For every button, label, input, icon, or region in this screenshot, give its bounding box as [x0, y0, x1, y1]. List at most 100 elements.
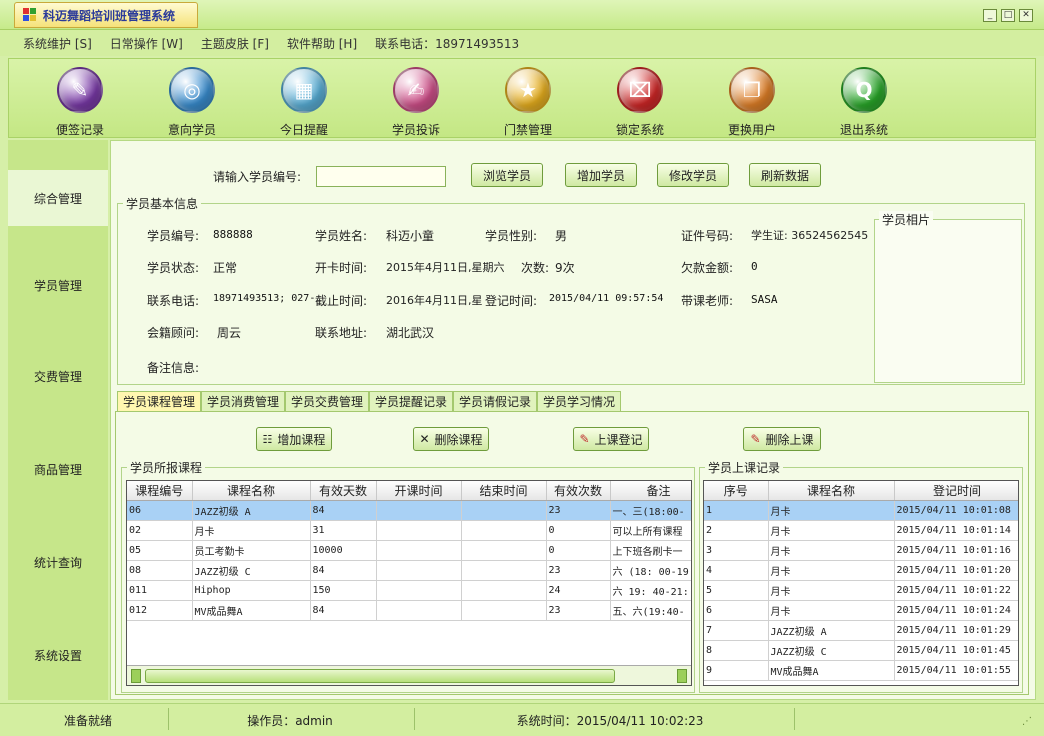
refresh-data-button[interactable]: 刷新数据: [749, 163, 821, 187]
table-row[interactable]: 012 MV成品舞A 84 23 五、六(19:40-: [127, 600, 691, 621]
menu-system[interactable]: 系统维护 [S]: [23, 35, 92, 52]
sidebar-item[interactable]: 交费管理: [8, 348, 108, 404]
column-header[interactable]: 课程名称: [768, 481, 895, 501]
table-cell: 23: [546, 500, 611, 521]
table-cell: 06: [127, 500, 193, 521]
table-row[interactable]: 08 JAZZ初级 C 84 23 六 (18: 00-19: [127, 560, 691, 581]
table-cell: [461, 500, 547, 521]
table-cell: [376, 580, 462, 601]
table-row[interactable]: 02 月卡 31 0 可以上所有课程: [127, 520, 691, 541]
tab[interactable]: 学员请假记录: [453, 391, 537, 411]
toolbar-button-label: 更换用户: [727, 123, 776, 137]
table-row[interactable]: 8 JAZZ初级 C 2015/04/11 10:01:45: [704, 640, 1018, 661]
browse-student-button[interactable]: 浏览学员: [471, 163, 543, 187]
toolbar-button[interactable]: ▦ 今日提醒: [259, 63, 349, 137]
calendar-icon: ▦: [281, 67, 327, 113]
sidebar-item[interactable]: 学员管理: [8, 257, 108, 313]
table-cell: 上下班各刷卡一: [610, 540, 691, 561]
toolbar-button[interactable]: ✎ 便签记录: [35, 63, 125, 137]
table-row[interactable]: 6 月卡 2015/04/11 10:01:24: [704, 600, 1018, 621]
sidebar-item[interactable]: 统计查询: [8, 534, 108, 590]
name-label: 学员姓名:: [315, 229, 368, 243]
add-course-button[interactable]: ☷ 增加课程: [256, 427, 332, 451]
maximize-icon[interactable]: □: [1001, 9, 1015, 22]
checkin-label: 上课登记: [594, 432, 643, 447]
toolbar-button[interactable]: ⌧ 锁定系统: [595, 63, 685, 137]
tab[interactable]: 学员课程管理: [117, 391, 201, 411]
delete-checkin-button[interactable]: ✎ 删除上课: [743, 427, 821, 451]
column-header[interactable]: 序号: [704, 481, 769, 501]
delete-course-button[interactable]: ✕ 删除课程: [413, 427, 489, 451]
courses-hscrollbar[interactable]: [127, 665, 691, 685]
table-cell: 月卡: [768, 600, 895, 621]
column-header[interactable]: 开课时间: [376, 481, 462, 501]
table-cell: [376, 560, 462, 581]
close-icon[interactable]: ✕: [1019, 9, 1033, 22]
toolbar-button-label: 今日提醒: [279, 123, 328, 137]
table-row[interactable]: 05 员工考勤卡 10000 0 上下班各刷卡一: [127, 540, 691, 561]
table-row[interactable]: 9 MV成品舞A 2015/04/11 10:01:55: [704, 660, 1018, 681]
table-row[interactable]: 06 JAZZ初级 A 84 23 一、三(18:00-: [127, 500, 691, 521]
courses-table[interactable]: 课程编号 课程名称 有效天数 开课时间 结束时间 有效次数 备注 06 JAZZ初级 A 84 23…: [126, 480, 692, 686]
table-row[interactable]: 2 月卡 2015/04/11 10:01:14: [704, 520, 1018, 541]
scroll-right-icon[interactable]: [677, 669, 687, 683]
status-label: 学员状态:: [147, 261, 200, 275]
resize-grip-icon[interactable]: ⋰: [1022, 716, 1032, 727]
tab[interactable]: 学员学习情况: [537, 391, 621, 411]
edit-student-button[interactable]: 修改学员: [657, 163, 729, 187]
address-value: 湖北武汉: [386, 326, 435, 340]
toolbar-button[interactable]: ◎ 意向学员: [147, 63, 237, 137]
menu-help[interactable]: 软件帮助 [H]: [287, 35, 357, 52]
sidebar-item[interactable]: 系统设置: [8, 627, 108, 683]
start-value: 2015年4月11日,星期六: [386, 261, 505, 274]
column-header[interactable]: 课程编号: [127, 481, 193, 501]
status-ready: 准备就绪: [63, 713, 112, 728]
toolbar-button-label: 意向学员: [167, 123, 216, 137]
table-cell: 五、六(19:40-: [610, 600, 691, 621]
table-row[interactable]: 011 Hiphop 150 24 六 19: 40-21:: [127, 580, 691, 601]
table-row[interactable]: 5 月卡 2015/04/11 10:01:22: [704, 580, 1018, 601]
column-header[interactable]: 备注: [610, 481, 691, 501]
table-cell: 月卡: [768, 520, 895, 541]
toolbar-button[interactable]: ★ 门禁管理: [483, 63, 573, 137]
minimize-icon[interactable]: _: [983, 9, 997, 22]
toolbar-button[interactable]: Q 退出系统: [819, 63, 909, 137]
sidebar: 综合管理学员管理交费管理商品管理统计查询系统设置: [8, 140, 108, 700]
column-header[interactable]: 有效次数: [546, 481, 611, 501]
table-row[interactable]: 4 月卡 2015/04/11 10:01:20: [704, 560, 1018, 581]
table-row[interactable]: 3 月卡 2015/04/11 10:01:16: [704, 540, 1018, 561]
tab[interactable]: 学员消费管理: [201, 391, 285, 411]
checkin-button[interactable]: ✎ 上课登记: [573, 427, 649, 451]
toolbar-button-label: 锁定系统: [615, 123, 664, 137]
tab[interactable]: 学员提醒记录: [369, 391, 453, 411]
table-cell: 84: [310, 500, 377, 521]
sidebar-item[interactable]: 综合管理: [8, 170, 108, 226]
table-cell: 2015/04/11 10:01:08: [894, 500, 1018, 521]
sidebar-item[interactable]: 商品管理: [8, 441, 108, 497]
status-divider: [794, 708, 795, 730]
table-row[interactable]: 1 月卡 2015/04/11 10:01:08: [704, 500, 1018, 521]
table-cell: 1: [704, 500, 769, 521]
tab[interactable]: 学员交费管理: [285, 391, 369, 411]
toolbar-button[interactable]: ✍ 学员投诉: [371, 63, 461, 137]
scroll-thumb[interactable]: [145, 669, 615, 683]
menu-theme[interactable]: 主题皮肤 [F]: [201, 35, 269, 52]
table-cell: 84: [310, 560, 377, 581]
table-cell: 六 (18: 00-19: [610, 560, 691, 581]
menu-daily[interactable]: 日常操作 [W]: [110, 35, 183, 52]
debt-value: 0: [751, 260, 758, 273]
add-student-button[interactable]: 增加学员: [565, 163, 637, 187]
table-cell: [461, 540, 547, 561]
table-cell: MV成品舞A: [768, 660, 895, 681]
column-header[interactable]: 课程名称: [192, 481, 311, 501]
attendance-table[interactable]: 序号 课程名称 登记时间 1 月卡 2015/04/11 10:01:08 2 月卡 2015/…: [703, 480, 1019, 686]
toolbar-button[interactable]: ❐ 更换用户: [707, 63, 797, 137]
student-id-input[interactable]: [316, 166, 446, 187]
column-header[interactable]: 有效天数: [310, 481, 377, 501]
column-header[interactable]: 登记时间: [894, 481, 1018, 501]
cert-value: 学生证: 36524562545: [751, 229, 869, 242]
status-bar: 准备就绪 操作员：admin 系统时间：2015/04/11 10:02:23 …: [0, 703, 1044, 736]
column-header[interactable]: 结束时间: [461, 481, 547, 501]
scroll-left-icon[interactable]: [131, 669, 141, 683]
table-row[interactable]: 7 JAZZ初级 A 2015/04/11 10:01:29: [704, 620, 1018, 641]
